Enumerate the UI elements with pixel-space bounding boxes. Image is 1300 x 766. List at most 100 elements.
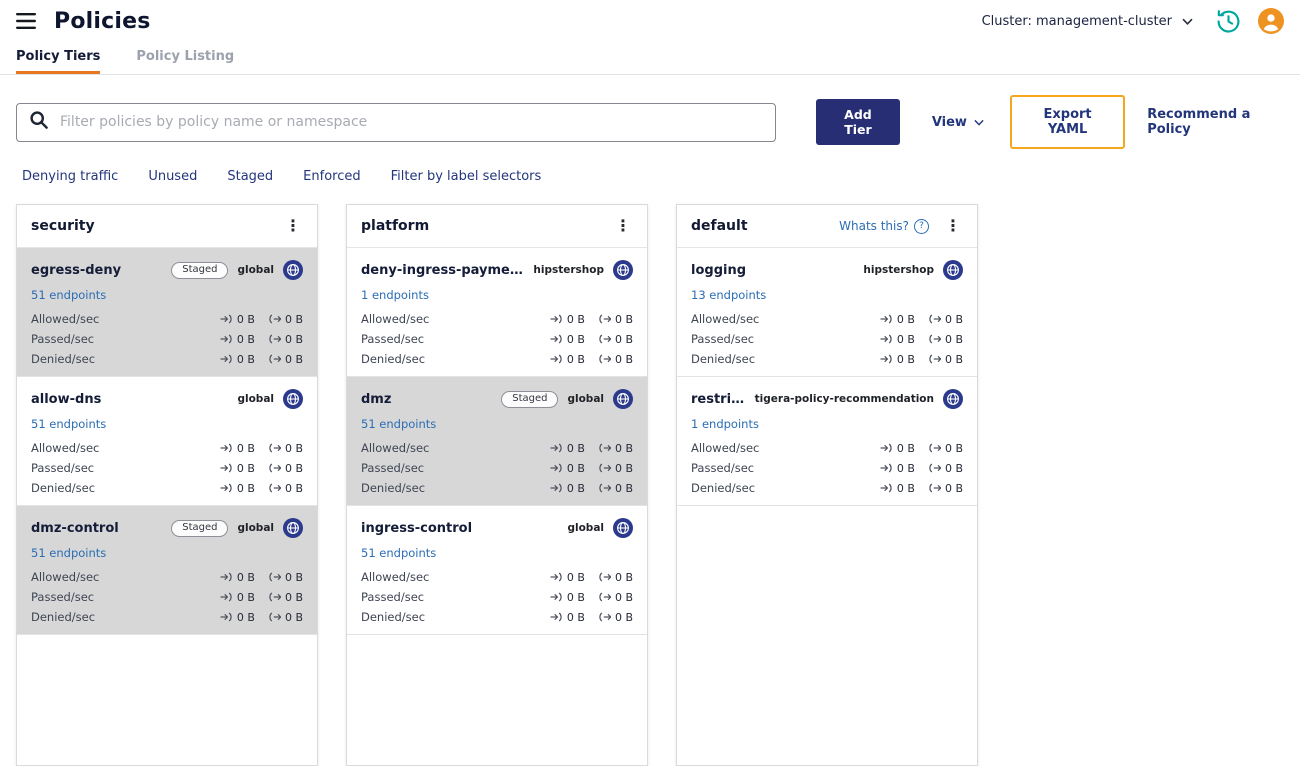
metric-values: 0 B 0 B <box>550 571 633 584</box>
ingress-arrow-icon <box>550 334 563 344</box>
ingress-value: 0 B <box>566 332 585 346</box>
egress-value: 0 B <box>284 332 303 346</box>
egress-value: 0 B <box>614 590 633 604</box>
egress-arrow-icon <box>268 334 281 344</box>
policy-card[interactable]: egress-deny Staged global 51 endpoints Allow… <box>17 248 317 377</box>
metric-label: Passed/sec <box>691 461 755 475</box>
metric-row: Denied/sec 0 B 0 B <box>31 478 303 498</box>
endpoints-link[interactable]: 51 endpoints <box>31 417 106 431</box>
egress-rate: 0 B <box>598 591 633 604</box>
metric-values: 0 B 0 B <box>550 313 633 326</box>
whats-this-link[interactable]: Whats this?? <box>839 218 929 234</box>
policy-name: dmz <box>361 391 392 407</box>
metric-row: Passed/sec 0 B 0 B <box>361 329 633 349</box>
egress-value: 0 B <box>614 441 633 455</box>
ingress-rate: 0 B <box>220 611 255 624</box>
metric-label: Allowed/sec <box>31 312 100 326</box>
tier-actions-menu-icon[interactable]: ⋮ <box>611 216 635 236</box>
history-icon[interactable] <box>1215 8 1242 35</box>
endpoints-link[interactable]: 1 endpoints <box>361 288 429 302</box>
egress-rate: 0 B <box>598 482 633 495</box>
metric-label: Denied/sec <box>361 481 426 495</box>
endpoints-link[interactable]: 51 endpoints <box>31 288 106 302</box>
metric-values: 0 B 0 B <box>880 442 963 455</box>
egress-arrow-icon <box>268 314 281 324</box>
metric-values: 0 B 0 B <box>880 333 963 346</box>
endpoints-link[interactable]: 1 endpoints <box>691 417 759 431</box>
endpoints-link[interactable]: 51 endpoints <box>361 546 436 560</box>
policy-card[interactable]: dmz Staged global 51 endpoints Allowed/sec 0 … <box>347 377 647 506</box>
tier-actions-menu-icon[interactable]: ⋮ <box>941 216 965 236</box>
filter-enforced[interactable]: Enforced <box>303 169 360 184</box>
hamburger-menu-icon[interactable] <box>16 12 38 30</box>
ingress-rate: 0 B <box>550 333 585 346</box>
metric-label: Allowed/sec <box>361 570 430 584</box>
metric-row: Passed/sec 0 B 0 B <box>361 587 633 607</box>
ingress-rate: 0 B <box>880 462 915 475</box>
egress-rate: 0 B <box>268 333 303 346</box>
metric-row: Passed/sec 0 B 0 B <box>691 458 963 478</box>
ingress-value: 0 B <box>236 441 255 455</box>
tab-policy-listing[interactable]: Policy Listing <box>136 42 234 74</box>
add-tier-button[interactable]: Add Tier <box>816 99 900 145</box>
tab-policy-tiers[interactable]: Policy Tiers <box>16 42 101 74</box>
egress-arrow-icon <box>928 483 941 493</box>
search-icon <box>29 110 49 134</box>
egress-rate: 0 B <box>268 591 303 604</box>
cluster-selector[interactable]: Cluster: management-cluster <box>982 14 1193 29</box>
policy-card[interactable]: logging hipstershop 13 endpoints Allowed/se… <box>677 248 977 377</box>
tier-actions-menu-icon[interactable]: ⋮ <box>281 216 305 236</box>
egress-arrow-icon <box>598 483 611 493</box>
egress-arrow-icon <box>598 334 611 344</box>
metric-values: 0 B 0 B <box>880 313 963 326</box>
recommend-policy-link[interactable]: Recommend a Policy <box>1147 107 1284 137</box>
filter-unused[interactable]: Unused <box>148 169 197 184</box>
endpoints-link[interactable]: 51 endpoints <box>361 417 436 431</box>
metric-values: 0 B 0 B <box>220 611 303 624</box>
filter-staged[interactable]: Staged <box>227 169 273 184</box>
ingress-rate: 0 B <box>220 462 255 475</box>
ingress-value: 0 B <box>896 461 915 475</box>
policy-name: egress-deny <box>31 262 122 278</box>
export-yaml-button[interactable]: Export YAML <box>1009 95 1126 149</box>
app-header: Policies Cluster: management-cluster <box>0 0 1300 42</box>
view-dropdown-label: View <box>931 114 967 130</box>
ingress-rate: 0 B <box>880 353 915 366</box>
egress-value: 0 B <box>944 441 963 455</box>
metric-label: Denied/sec <box>31 481 96 495</box>
egress-rate: 0 B <box>928 442 963 455</box>
avatar[interactable] <box>1258 8 1284 34</box>
view-dropdown[interactable]: View <box>932 115 984 130</box>
filter-denying-traffic[interactable]: Denying traffic <box>22 169 118 184</box>
globe-icon <box>613 389 633 409</box>
filter-label-selectors[interactable]: Filter by label selectors <box>391 169 542 184</box>
policy-card[interactable]: restricted tigera-policy-recommendation 1 … <box>677 377 977 506</box>
policy-card[interactable]: ingress-control global 51 endpoints Allowed… <box>347 506 647 635</box>
ingress-arrow-icon <box>880 354 893 364</box>
metric-row: Denied/sec 0 B 0 B <box>31 349 303 369</box>
policy-name: dmz-control <box>31 520 119 536</box>
egress-value: 0 B <box>944 481 963 495</box>
policy-card[interactable]: dmz-control Staged global 51 endpoints Allow… <box>17 506 317 635</box>
policy-card[interactable]: allow-dns global 51 endpoints Allowed/sec 0 … <box>17 377 317 506</box>
metric-label: Denied/sec <box>691 481 756 495</box>
endpoints-link[interactable]: 13 endpoints <box>691 288 766 302</box>
egress-value: 0 B <box>614 610 633 624</box>
egress-arrow-icon <box>928 463 941 473</box>
ingress-value: 0 B <box>896 332 915 346</box>
ingress-value: 0 B <box>566 610 585 624</box>
metric-row: Allowed/sec 0 B 0 B <box>361 567 633 587</box>
metric-label: Denied/sec <box>361 610 426 624</box>
metric-values: 0 B 0 B <box>220 591 303 604</box>
metric-label: Passed/sec <box>361 461 425 475</box>
egress-value: 0 B <box>284 461 303 475</box>
egress-rate: 0 B <box>928 313 963 326</box>
policy-filter-input[interactable] <box>58 113 764 131</box>
egress-arrow-icon <box>598 314 611 324</box>
staged-badge: Staged <box>171 261 229 279</box>
endpoints-link[interactable]: 51 endpoints <box>31 546 106 560</box>
egress-rate: 0 B <box>598 462 633 475</box>
egress-rate: 0 B <box>268 611 303 624</box>
metric-values: 0 B 0 B <box>220 333 303 346</box>
policy-card[interactable]: deny-ingress-paymentservi... hipstershop 1… <box>347 248 647 377</box>
